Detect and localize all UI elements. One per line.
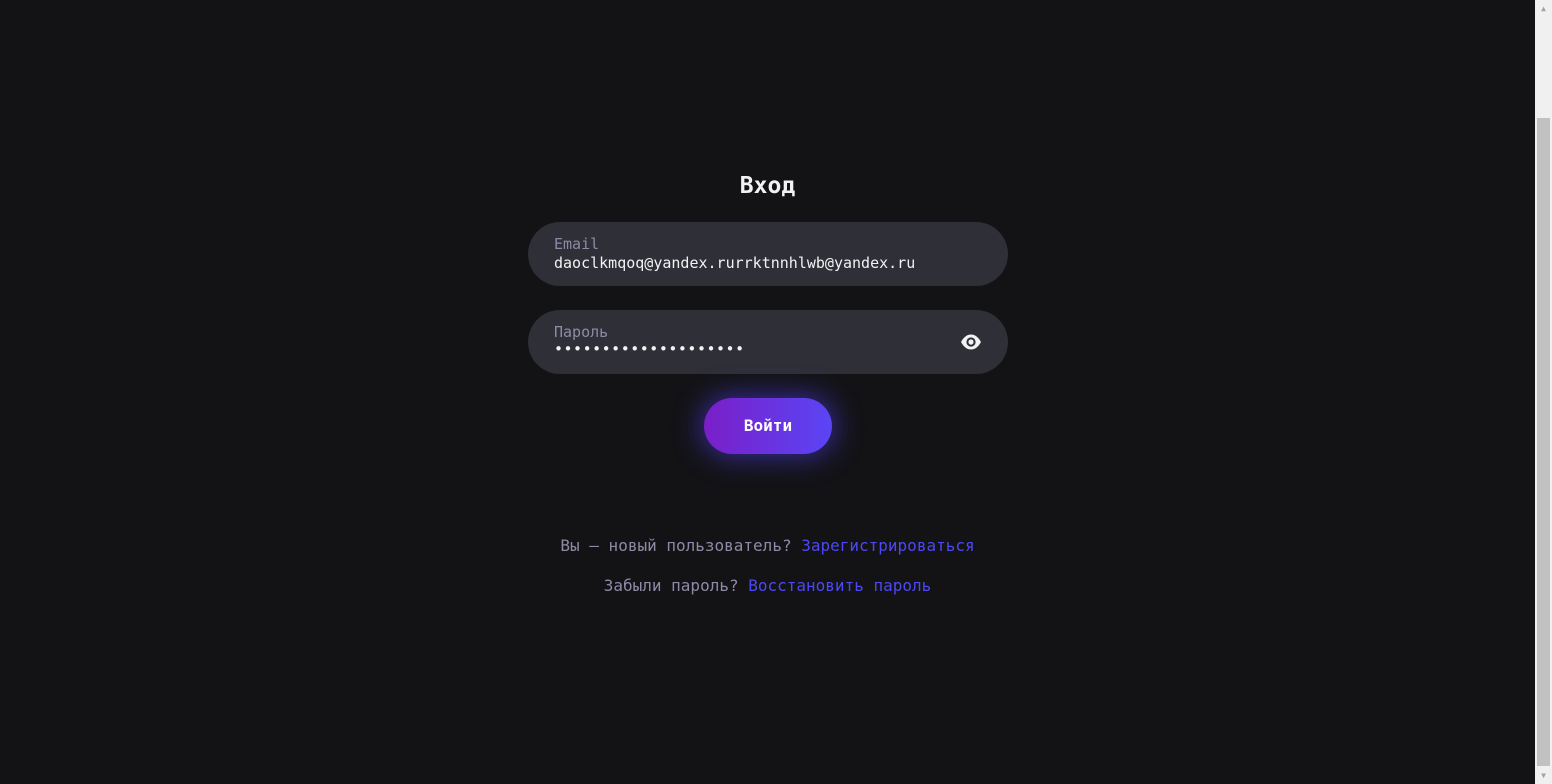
register-link[interactable]: Зарегистрироваться <box>801 536 974 555</box>
eye-icon[interactable] <box>960 332 982 352</box>
email-field[interactable]: Email daoclkmqoq@yandex.rurrktnnhlwb@yan… <box>528 222 1008 286</box>
forgot-password-text: Забыли пароль? <box>603 576 739 595</box>
forgot-password-prompt: Забыли пароль? Восстановить пароль <box>0 576 1535 596</box>
page-title: Вход <box>739 173 796 199</box>
email-label: Email <box>554 235 600 253</box>
password-field[interactable]: Пароль •••••••••••••••••••• <box>528 310 1008 374</box>
register-prompt-text: Вы — новый пользователь? <box>560 536 792 555</box>
email-input[interactable]: daoclkmqoq@yandex.rurrktnnhlwb@yandex.ru <box>554 253 915 273</box>
scroll-down-arrow-icon[interactable]: ▼ <box>1535 767 1552 784</box>
password-input[interactable]: •••••••••••••••••••• <box>554 339 745 359</box>
login-button[interactable]: Войти <box>704 398 832 454</box>
login-page: Вход Email daoclkmqoq@yandex.rurrktnnhlw… <box>0 0 1535 784</box>
scroll-up-arrow-icon[interactable]: ▲ <box>1535 0 1552 17</box>
restore-password-link[interactable]: Восстановить пароль <box>748 576 931 595</box>
vertical-scrollbar[interactable]: ▲ ▼ <box>1535 0 1552 784</box>
register-prompt: Вы — новый пользователь? Зарегистрироват… <box>0 536 1535 556</box>
scrollbar-thumb[interactable] <box>1537 118 1550 766</box>
